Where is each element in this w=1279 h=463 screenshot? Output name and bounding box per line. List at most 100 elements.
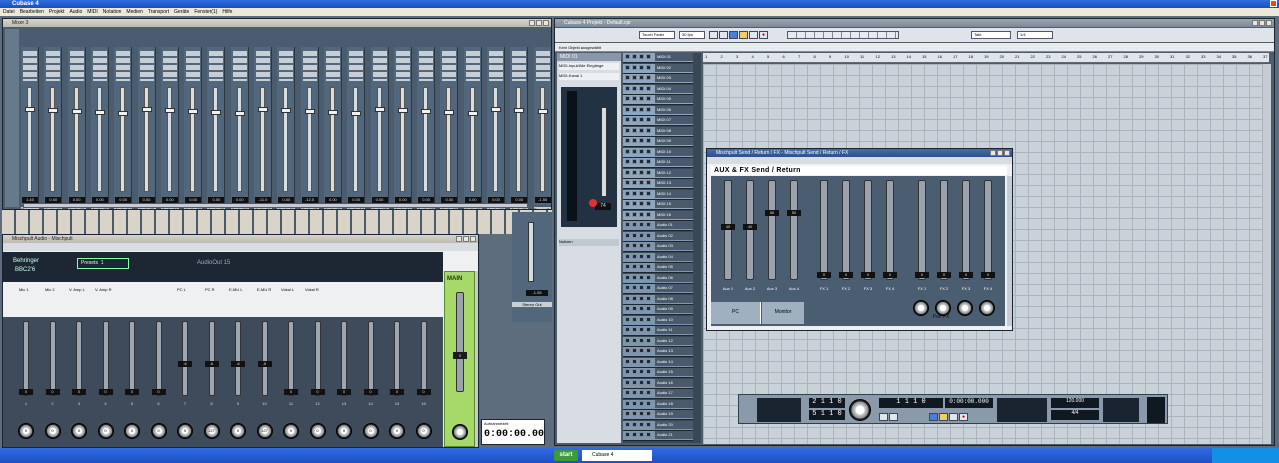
mixer-fader-rail[interactable]	[283, 87, 289, 192]
track-control-icon[interactable]	[639, 138, 644, 143]
mixer-channel-buttons[interactable]	[419, 51, 434, 81]
mixdown-fader[interactable]: 04	[97, 321, 115, 411]
track-control-icon[interactable]	[625, 400, 630, 406]
mixdown-fader[interactable]: 0 13	[335, 321, 353, 411]
record-button[interactable]: ●	[759, 31, 768, 39]
mixer-fader-rail[interactable]	[96, 87, 102, 192]
track-control-icon[interactable]	[632, 148, 637, 154]
mixer-fader-cap[interactable]	[258, 107, 268, 112]
track-row[interactable]: MIDI 07	[623, 116, 693, 126]
aux-fader[interactable]: 40 Aux 2	[741, 180, 759, 300]
track-control-icon[interactable]	[625, 411, 630, 416]
aux-fader[interactable]: 0 FX 3	[859, 180, 877, 300]
track-row[interactable]: MIDI 05	[623, 95, 693, 105]
mixdown-fader-rail[interactable]	[235, 321, 241, 396]
mixdown-encoder[interactable]: 0	[44, 423, 61, 439]
mixdown-fader[interactable]: 05	[123, 321, 141, 411]
fps-select[interactable]: 30 fps	[679, 31, 705, 39]
menu-item[interactable]: Hilfe	[222, 9, 232, 15]
track-control-icon[interactable]	[639, 117, 644, 122]
mixer-fader-cap[interactable]	[188, 109, 199, 114]
mixer-fader-cap[interactable]	[94, 110, 105, 115]
mixer-fader-rail[interactable]	[213, 87, 219, 192]
main-fader[interactable]: 0	[453, 292, 467, 392]
track-control-icon[interactable]	[639, 264, 644, 269]
mixdown-encoder[interactable]: 0	[309, 423, 326, 439]
track-control-icon[interactable]	[639, 85, 644, 91]
mixer-fader-cap[interactable]	[467, 111, 478, 116]
track-control-icon[interactable]	[625, 190, 630, 196]
track-control-icon[interactable]	[625, 148, 630, 154]
mixdown-fader[interactable]: 0 14	[362, 321, 380, 411]
mixer-fader-cap[interactable]	[281, 108, 292, 113]
transport-signature[interactable]: 4/4	[1051, 410, 1099, 420]
track-row[interactable]: Audio 09	[623, 305, 693, 315]
mixdown-fader-rail[interactable]	[420, 321, 427, 396]
mixdown-fader-rail[interactable]	[261, 321, 268, 396]
track-control-icon[interactable]	[625, 348, 630, 353]
track-control-icon[interactable]	[625, 358, 630, 364]
track-row[interactable]: Audio 08	[623, 294, 693, 305]
start-button[interactable]: start	[554, 450, 578, 461]
aux-fader[interactable]: 40 Aux 1	[719, 180, 737, 300]
mixdown-fader[interactable]: -6 10	[256, 321, 274, 411]
touch-fader-select[interactable]: Touch Fader	[639, 31, 675, 39]
mixer-fader-rail[interactable]	[423, 87, 429, 192]
track-control-icon[interactable]	[625, 337, 630, 343]
mixdown-encoder[interactable]: 127	[256, 423, 273, 439]
mixdown-encoder[interactable]: 0	[18, 423, 34, 439]
aux-fader-rail[interactable]	[886, 180, 894, 280]
track-control-icon[interactable]	[646, 274, 651, 280]
track-control-icon[interactable]	[625, 127, 630, 133]
track-control-icon[interactable]	[632, 348, 637, 353]
minimize-icon[interactable]	[529, 20, 535, 26]
maximize-icon[interactable]	[997, 150, 1003, 156]
track-row[interactable]: MIDI 03	[623, 74, 693, 84]
tool-buttons[interactable]	[787, 31, 899, 39]
transport-cycle-button[interactable]	[929, 413, 938, 421]
track-control-icon[interactable]	[632, 411, 637, 416]
track-row[interactable]: MIDI 14	[623, 189, 693, 200]
mixer-channel-buttons[interactable]	[92, 51, 107, 81]
stereo-out-fader[interactable]	[528, 222, 534, 282]
track-row[interactable]: Audio 16	[623, 378, 693, 389]
mixdown-fader-rail[interactable]	[155, 321, 162, 396]
mixdown-fader-rail[interactable]	[367, 321, 374, 396]
aux-fader[interactable]: 0 FX 2	[935, 180, 953, 300]
aux-fader[interactable]: 0 FX 4	[881, 180, 899, 300]
track-control-icon[interactable]	[639, 274, 644, 280]
track-control-icon[interactable]	[639, 201, 644, 206]
mixer-fader-rail[interactable]	[446, 87, 452, 192]
aux-fader-rail[interactable]	[918, 180, 926, 280]
track-control-icon[interactable]	[646, 432, 651, 437]
track-row[interactable]: Audio 13	[623, 347, 693, 357]
track-control-icon[interactable]	[632, 85, 637, 91]
track-control-icon[interactable]	[625, 295, 630, 301]
track-control-icon[interactable]	[646, 316, 651, 322]
track-control-icon[interactable]	[625, 106, 630, 112]
close-icon[interactable]	[470, 236, 476, 242]
mixer-channel-buttons[interactable]	[349, 51, 364, 81]
track-row[interactable]: Audio 18	[623, 399, 693, 410]
mixer-fader-rail[interactable]	[236, 87, 242, 192]
track-control-icon[interactable]	[625, 327, 630, 332]
track-row[interactable]: MIDI 11	[623, 158, 693, 168]
track-control-icon[interactable]	[646, 85, 651, 91]
track-control-icon[interactable]	[632, 306, 637, 311]
track-control-icon[interactable]	[625, 232, 630, 238]
track-control-icon[interactable]	[639, 327, 644, 332]
track-control-icon[interactable]	[646, 190, 651, 196]
mixdown-encoder[interactable]: 0	[415, 423, 432, 439]
mixer-channel-buttons[interactable]	[232, 51, 247, 81]
mixer-fader-cap[interactable]	[444, 110, 455, 115]
mixdown-fader-rail[interactable]	[49, 321, 56, 396]
track-control-icon[interactable]	[646, 138, 651, 143]
mixer-fader-rail[interactable]	[260, 87, 265, 192]
mixdown-encoder[interactable]: 0	[283, 423, 299, 439]
mixer-channel-buttons[interactable]	[23, 51, 37, 81]
track-control-icon[interactable]	[646, 243, 651, 248]
mixer-fader-cap[interactable]	[71, 109, 82, 114]
track-control-icon[interactable]	[632, 211, 637, 217]
track-control-icon[interactable]	[625, 243, 630, 248]
track-control-icon[interactable]	[646, 327, 651, 332]
